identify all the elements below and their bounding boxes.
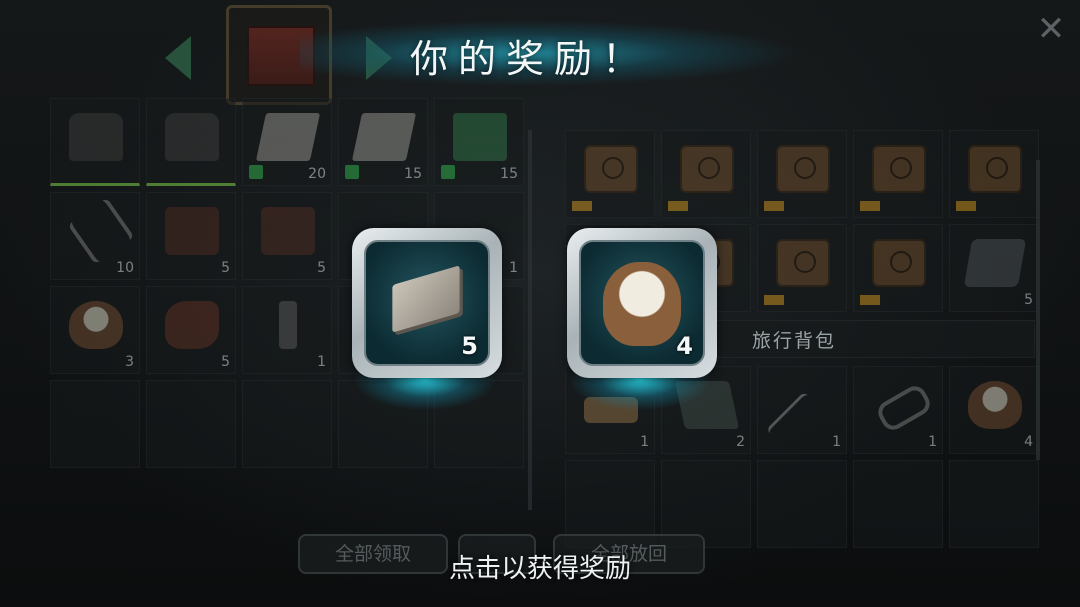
crate-icon [968,145,1022,193]
iron-plate-icon [392,265,460,333]
slot-count: 15 [500,166,518,182]
inventory-slot[interactable]: 1 [242,286,332,374]
inventory-slot[interactable]: 15 [434,98,524,186]
slot-count: 2 [736,434,745,450]
inventory-slot[interactable] [757,130,847,218]
bag-section-label: 旅行背包 [752,330,837,352]
inventory-slot[interactable]: 1 [853,366,943,454]
gold-bar-icon [956,201,976,211]
rod-icon [765,391,841,453]
inventory-slot[interactable]: 15 [338,98,428,186]
crate-icon [776,239,830,287]
inventory-slot[interactable] [242,380,332,468]
reward-quantity: 4 [676,332,693,360]
tap-to-claim-hint[interactable]: 点击以获得奖励 [400,548,680,585]
crate-icon [872,145,926,193]
gold-bar-icon [764,201,784,211]
inventory-slot[interactable]: 5 [242,192,332,280]
inventory-slot[interactable] [146,380,236,468]
gold-bar-icon [860,295,880,305]
gold-bar-icon [764,295,784,305]
cotton-icon [968,381,1022,429]
slab-icon [963,239,1027,287]
inventory-slot[interactable] [853,224,943,312]
inventory-slot[interactable]: 4 [949,366,1039,454]
inventory-slot[interactable] [853,460,943,548]
medkit-badge-icon [249,165,263,179]
boots-icon [69,113,123,161]
inventory-slot[interactable] [757,460,847,548]
slot-count: 3 [125,354,134,370]
inventory-slot[interactable]: 10 [50,192,140,280]
inventory-slot[interactable] [757,224,847,312]
slot-count: 1 [928,434,937,450]
panel-divider [528,130,532,510]
boots-icon [165,113,219,161]
inventory-slot[interactable] [50,98,140,186]
slot-count: 10 [116,260,134,276]
reward-frame: 4 [579,240,705,366]
box-icon [165,207,219,255]
slot-count: 5 [221,260,230,276]
chain-icon [873,382,935,434]
herb-icon [453,113,507,161]
gold-bar-icon [668,201,688,211]
crate-icon [776,145,830,193]
paper-icon [351,113,417,161]
inventory-slot[interactable]: 20 [242,98,332,186]
close-icon[interactable]: ✕ [1034,12,1068,46]
slot-count: 1 [509,260,518,276]
cotton-icon [603,262,681,346]
slot-count: 4 [1024,434,1033,450]
inventory-slot[interactable]: 3 [50,286,140,374]
crate-icon [584,145,638,193]
reward-card-iron-plate[interactable]: 5 [352,228,502,378]
chevron-left-icon[interactable] [165,36,191,80]
leather-icon [165,301,219,349]
slot-count: 5 [221,354,230,370]
inventory-slot[interactable] [565,130,655,218]
inventory-slot[interactable] [949,130,1039,218]
slot-count: 15 [404,166,422,182]
slot-count: 1 [317,354,326,370]
crate-icon [680,145,734,193]
slot-count: 1 [832,434,841,450]
slot-count: 20 [308,166,326,182]
slot-count: 5 [1024,292,1033,308]
bolt-icon [279,301,297,349]
inventory-slot[interactable]: 1 [757,366,847,454]
inventory-slot[interactable] [853,130,943,218]
shears-icon [67,197,135,265]
medkit-badge-icon [345,165,359,179]
reward-frame: 5 [364,240,490,366]
medkit-badge-icon [441,165,455,179]
inventory-slot[interactable] [949,460,1039,548]
box-icon [261,207,315,255]
inventory-slot[interactable]: 5 [146,192,236,280]
inventory-slot[interactable]: 5 [146,286,236,374]
inventory-slot[interactable] [146,98,236,186]
slot-count: 5 [317,260,326,276]
crate-icon [872,239,926,287]
scrollbar[interactable] [1036,160,1040,460]
reward-card-cotton[interactable]: 4 [567,228,717,378]
gold-bar-icon [572,201,592,211]
inventory-slot[interactable] [661,130,751,218]
cotton-icon [69,301,123,349]
inventory-slot[interactable] [50,380,140,468]
reward-quantity: 5 [461,332,478,360]
inventory-slot[interactable]: 5 [949,224,1039,312]
page-title: 你的奖励！ [409,37,650,81]
gold-bar-icon [860,201,880,211]
paper-icon [255,113,321,161]
slot-count: 1 [640,434,649,450]
